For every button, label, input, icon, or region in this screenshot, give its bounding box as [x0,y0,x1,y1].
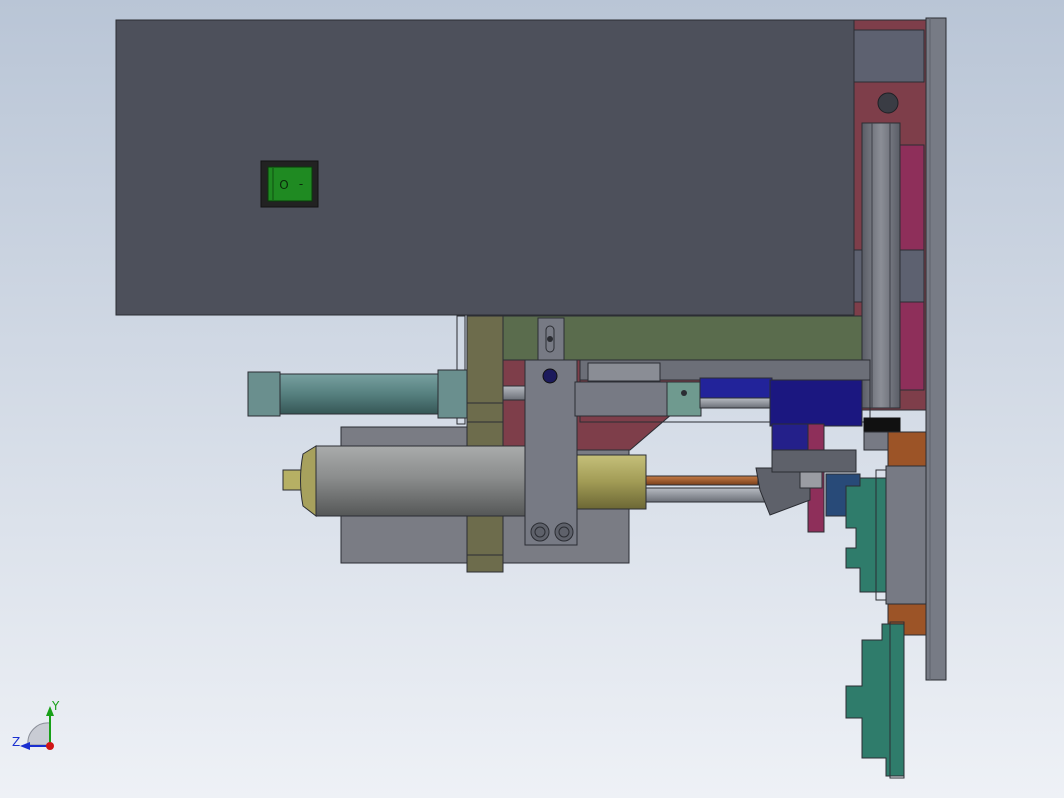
switch-off-symbol: - [299,177,303,191]
right-mount-module[interactable] [885,465,927,605]
cad-canvas[interactable]: O - Y Z [0,0,1064,798]
rail-stop-block[interactable] [863,417,901,433]
control-housing[interactable] [115,19,855,316]
power-rocker-switch[interactable]: O - [260,160,319,208]
small-clamp-cube[interactable] [666,381,702,417]
clamp-screw [681,390,687,396]
upper-orange-bracket[interactable] [887,431,927,467]
right-base-plate[interactable] [925,17,947,681]
x-axis-origin-icon [46,742,54,750]
horizontal-clamp-block[interactable] [574,381,668,417]
rail-carriage[interactable] [863,431,891,451]
y-axis-label: Y [51,699,60,713]
switch-on-symbol: O [279,178,288,192]
z-axis-label: Z [12,735,20,749]
guide-rail-block[interactable] [587,362,661,382]
cad-viewport[interactable]: O - Y Z [0,0,1064,798]
olive-vertical-post[interactable] [466,315,504,573]
